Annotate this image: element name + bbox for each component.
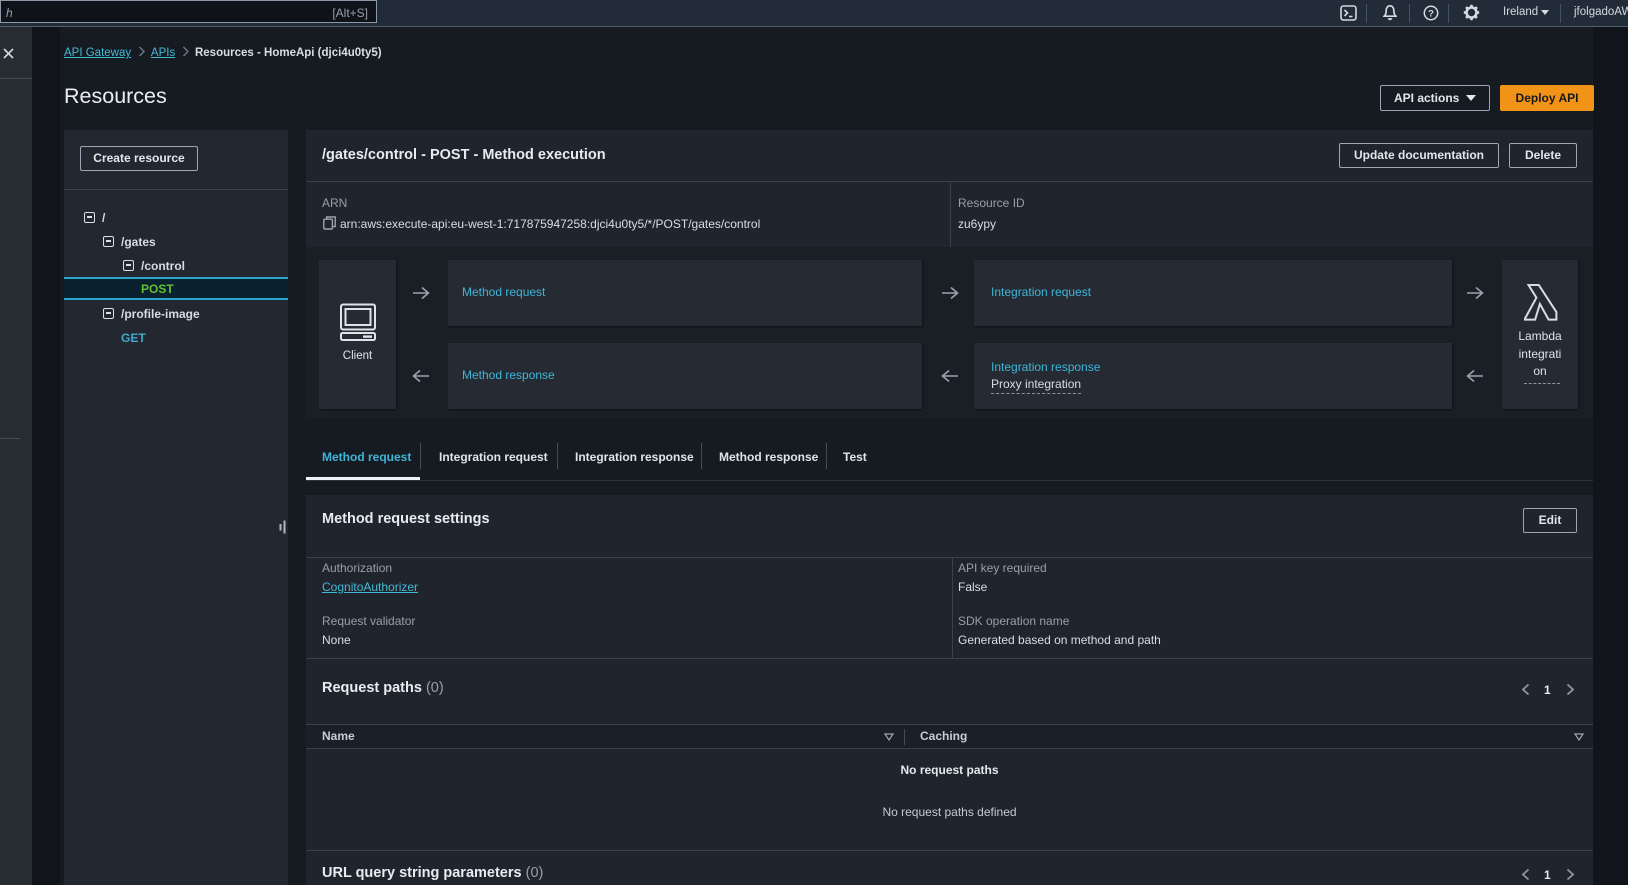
svg-text:?: ? bbox=[1428, 8, 1434, 19]
